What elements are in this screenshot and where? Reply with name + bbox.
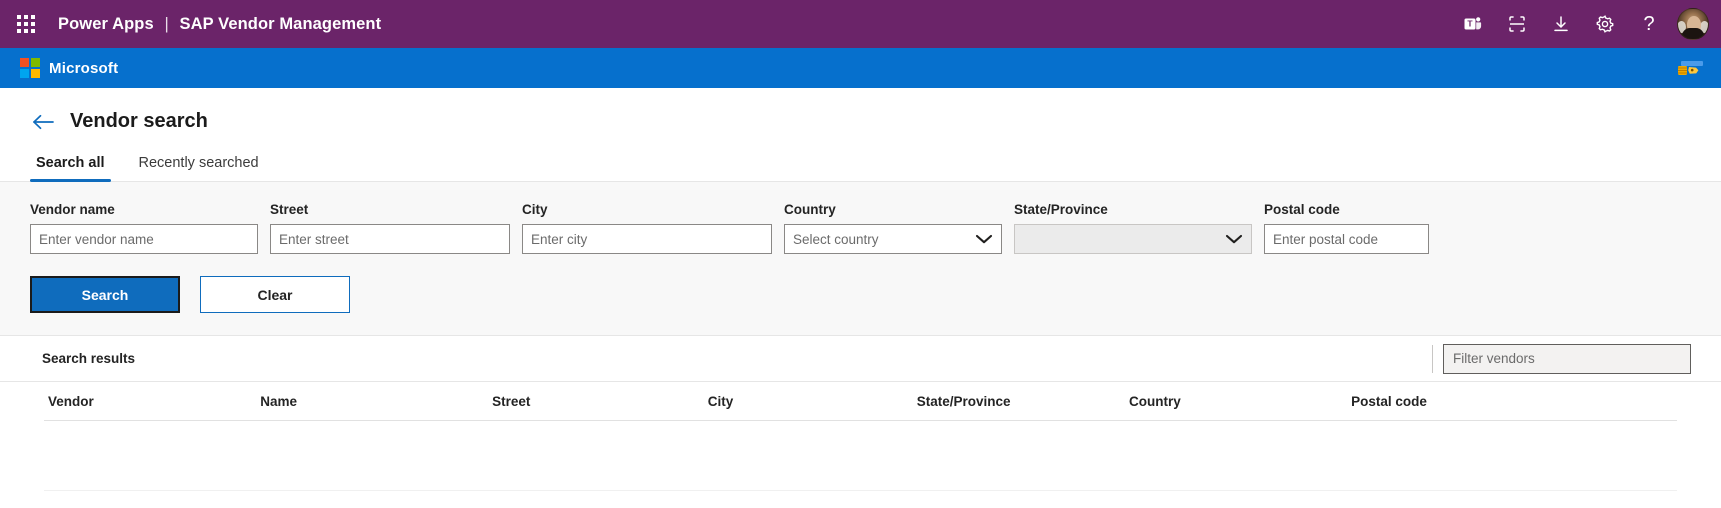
title-separator: | [164, 14, 169, 33]
chevron-down-icon [975, 233, 993, 245]
column-header-name[interactable]: Name [256, 382, 489, 421]
table-empty-state [44, 420, 1677, 491]
help-glyph: ? [1643, 13, 1655, 35]
microsoft-logo [20, 58, 40, 78]
tab-search-all[interactable]: Search all [30, 147, 111, 182]
column-header-street[interactable]: Street [488, 382, 704, 421]
table-body [44, 420, 1677, 491]
app-name: Power Apps [58, 14, 154, 33]
state-province-dropdown [1014, 224, 1252, 254]
suite-actions: T ? [1451, 2, 1709, 46]
fullscreen-icon[interactable] [1495, 2, 1539, 46]
city-input[interactable] [522, 224, 772, 254]
column-header-state-province[interactable]: State/Province [912, 382, 1125, 421]
column-header-country[interactable]: Country [1125, 382, 1348, 421]
table-empty-cell [44, 420, 1677, 491]
form-button-row: Search Clear [30, 276, 1691, 313]
search-results-table: Vendor Name Street City State/Province C… [44, 382, 1677, 491]
filter-vendors-input[interactable] [1443, 343, 1691, 374]
suite-title[interactable]: Power Apps | SAP Vendor Management [58, 15, 381, 34]
column-header-postal-code[interactable]: Postal code [1347, 382, 1677, 421]
tab-list: Search all Recently searched [0, 133, 1721, 182]
table-header-row: Vendor Name Street City State/Province C… [44, 382, 1677, 421]
vendor-name-input[interactable] [30, 224, 258, 254]
tab-recently-searched[interactable]: Recently searched [133, 147, 265, 181]
avatar[interactable] [1677, 8, 1709, 40]
page-header: Vendor search [0, 88, 1721, 133]
field-state-province: State/Province [1014, 202, 1252, 254]
toolbar-divider [1432, 344, 1433, 373]
search-results-header: Search results [0, 336, 1721, 382]
field-vendor-name: Vendor name [30, 202, 258, 254]
column-header-vendor[interactable]: Vendor [44, 382, 257, 421]
search-results-section: Search results Vendor Name Street City S… [0, 335, 1721, 491]
teams-icon[interactable]: T [1451, 2, 1495, 46]
help-icon[interactable]: ? [1627, 2, 1671, 46]
street-input[interactable] [270, 224, 510, 254]
search-results-title: Search results [42, 351, 136, 366]
label-postal-code: Postal code [1264, 202, 1340, 217]
field-city: City [522, 202, 772, 254]
label-country: Country [784, 202, 836, 217]
solution-name: SAP Vendor Management [179, 14, 382, 33]
microsoft-brand-bar: Microsoft [0, 48, 1721, 88]
field-country: Country Select country [784, 202, 1002, 254]
microsoft-home-link[interactable]: Microsoft [20, 58, 118, 78]
label-state-province: State/Province [1014, 202, 1108, 217]
waffle-grid [17, 15, 35, 33]
label-vendor-name: Vendor name [30, 202, 115, 217]
search-field-row: Vendor name Street City Country Select c… [30, 202, 1691, 254]
country-dropdown-value: Select country [793, 231, 879, 247]
label-city: City [522, 202, 548, 217]
download-icon[interactable] [1539, 2, 1583, 46]
suite-bar: Power Apps | SAP Vendor Management T ? [0, 0, 1721, 48]
back-arrow-icon[interactable] [30, 111, 56, 133]
avatar-coat [1682, 28, 1704, 39]
svg-text:T: T [1467, 19, 1473, 29]
microsoft-wordmark: Microsoft [49, 59, 119, 77]
search-form: Vendor name Street City Country Select c… [0, 182, 1721, 335]
search-button[interactable]: Search [30, 276, 180, 313]
app-launcher-waffle-icon[interactable] [6, 4, 46, 44]
chevron-down-icon [1225, 233, 1243, 245]
column-header-city[interactable]: City [703, 382, 913, 421]
page-title: Vendor search [70, 110, 208, 132]
label-street: Street [270, 202, 309, 217]
field-postal-code: Postal code [1264, 202, 1429, 254]
field-street: Street [270, 202, 510, 254]
clear-button[interactable]: Clear [200, 276, 350, 313]
country-dropdown[interactable]: Select country [784, 224, 1002, 254]
postal-code-input[interactable] [1264, 224, 1429, 254]
gear-icon[interactable] [1583, 2, 1627, 46]
coins-illustration[interactable] [1665, 57, 1707, 79]
